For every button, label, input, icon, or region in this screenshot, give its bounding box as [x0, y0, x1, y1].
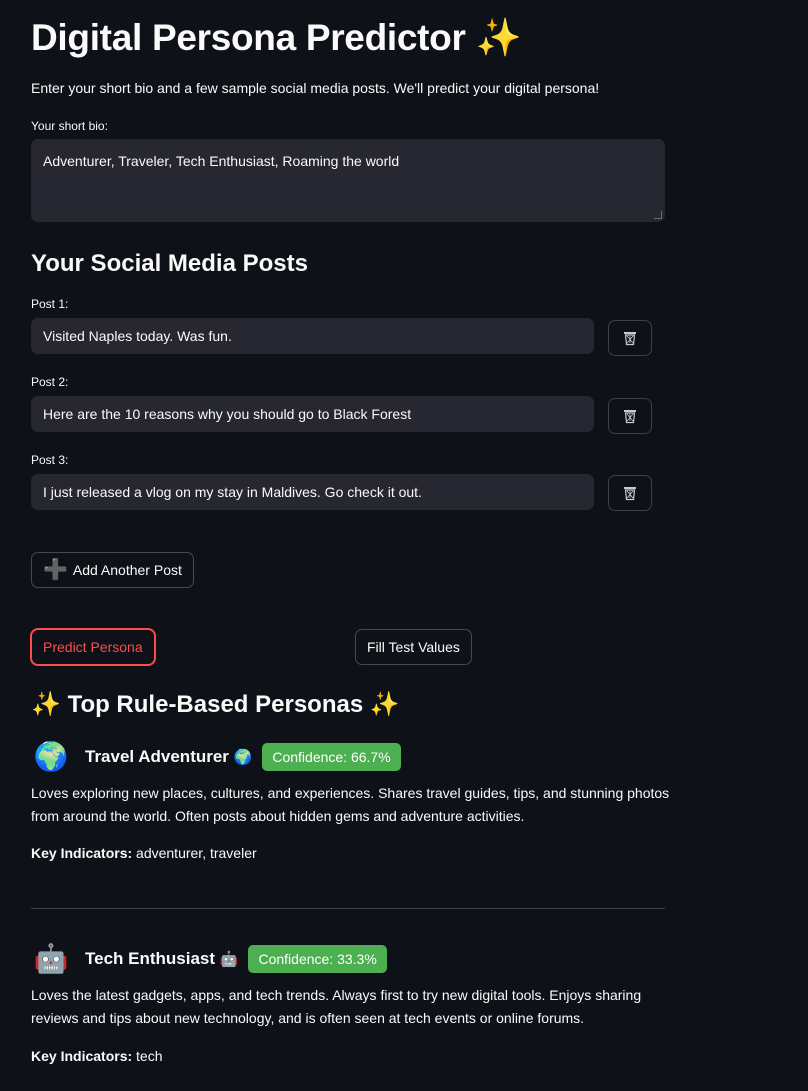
persona-name-2: Tech Enthusiast 🤖	[85, 949, 238, 969]
persona-description-2: Loves the latest gadgets, apps, and tech…	[31, 987, 642, 1026]
post-label-1: Post 1:	[31, 297, 69, 311]
results-heading: ✨ Top Rule-Based Personas ✨	[31, 690, 400, 719]
page-title: Digital Persona Predictor ✨	[31, 16, 522, 60]
results-heading-text: Top Rule-Based Personas	[67, 691, 364, 718]
sparkles-icon: ✨	[31, 690, 61, 718]
plus-icon: ➕	[43, 559, 68, 581]
trash-icon	[624, 487, 636, 501]
confidence-badge: Confidence: 66.7%	[262, 743, 401, 771]
bio-value: Adventurer, Traveler, Tech Enthusiast, R…	[43, 153, 400, 169]
persona-description-1: Loves exploring new places, cultures, an…	[31, 785, 670, 824]
confidence-badge: Confidence: 33.3%	[248, 945, 387, 973]
app-page: Digital Persona Predictor ✨ Enter your s…	[0, 0, 808, 1091]
persona-name-text: Tech Enthusiast	[85, 949, 216, 968]
persona-name-1: Travel Adventurer 🌍	[85, 747, 252, 767]
robot-icon: 🤖	[33, 942, 69, 975]
bio-label: Your short bio:	[31, 119, 108, 133]
post-label-2: Post 2:	[31, 375, 69, 389]
sparkles-icon: ✨	[369, 690, 400, 718]
post-input-3[interactable]: I just released a vlog on my stay in Mal…	[31, 474, 594, 510]
indicators-value: tech	[132, 1048, 163, 1064]
posts-heading: Your Social Media Posts	[31, 250, 308, 277]
indicators-label: Key Indicators:	[31, 1048, 133, 1064]
persona-header-2: 🤖 Tech Enthusiast 🤖 Confidence: 33.3%	[31, 945, 387, 973]
delete-post-1-button[interactable]	[608, 320, 652, 356]
post-input-1[interactable]: Visited Naples today. Was fun.	[31, 318, 594, 354]
sparkles-icon: ✨	[475, 16, 522, 59]
page-title-text: Digital Persona Predictor	[31, 17, 466, 58]
globe-icon: 🌍	[233, 748, 253, 766]
delete-post-2-button[interactable]	[608, 398, 652, 434]
indicators-value: adventurer, traveler	[132, 845, 257, 861]
predict-persona-button[interactable]: Predict Persona	[31, 629, 155, 665]
post-input-2[interactable]: Here are the 10 reasons why you should g…	[31, 396, 594, 432]
delete-post-3-button[interactable]	[608, 475, 652, 511]
robot-icon: 🤖	[219, 950, 239, 968]
persona-indicators-2: Key Indicators: tech	[31, 1048, 163, 1064]
add-post-label: Add Another Post	[72, 562, 182, 578]
add-post-button[interactable]: ➕ Add Another Post	[31, 552, 194, 588]
fill-test-values-button[interactable]: Fill Test Values	[355, 629, 472, 665]
trash-icon	[624, 410, 636, 424]
divider	[31, 908, 665, 909]
bio-textarea[interactable]: Adventurer, Traveler, Tech Enthusiast, R…	[31, 139, 665, 222]
intro-text: Enter your short bio and a few sample so…	[31, 80, 600, 96]
post-label-3: Post 3:	[31, 453, 69, 467]
persona-name-text: Travel Adventurer	[85, 747, 229, 766]
trash-icon	[624, 332, 636, 346]
resize-grip-icon[interactable]	[654, 211, 662, 219]
indicators-label: Key Indicators:	[31, 845, 133, 861]
persona-indicators-1: Key Indicators: adventurer, traveler	[31, 845, 257, 861]
globe-icon: 🌍	[33, 740, 69, 773]
persona-header-1: 🌍 Travel Adventurer 🌍 Confidence: 66.7%	[31, 743, 401, 771]
